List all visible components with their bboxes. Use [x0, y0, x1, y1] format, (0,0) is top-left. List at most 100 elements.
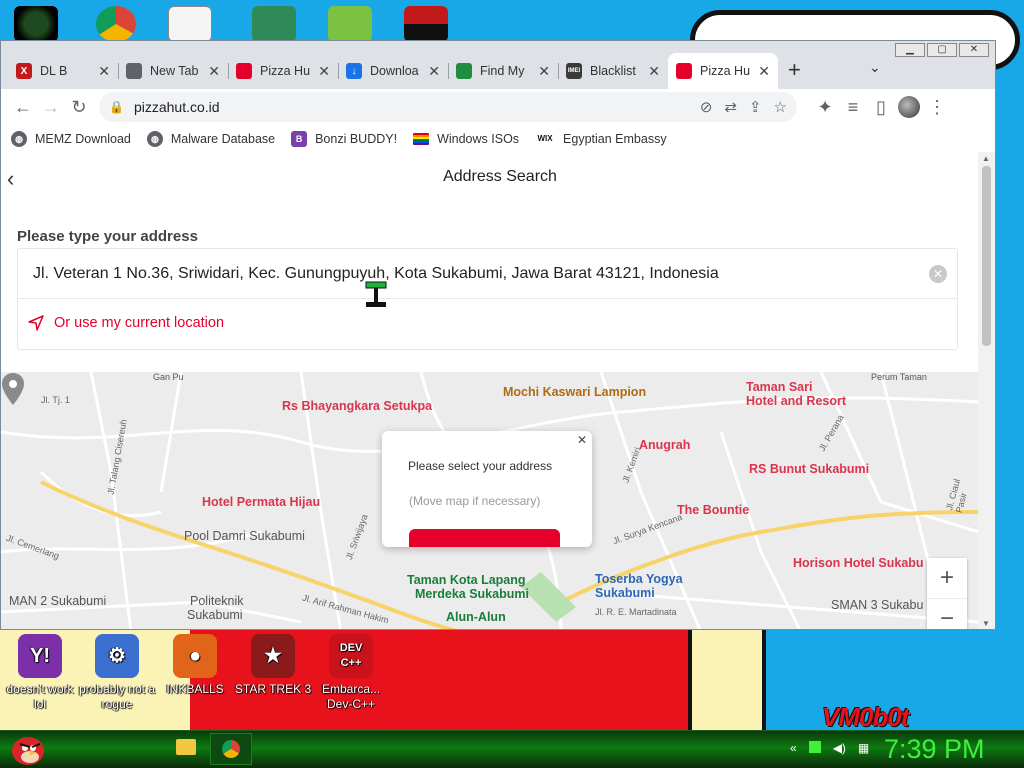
page-title: Address Search	[443, 168, 557, 185]
taskbar: « ◀) ▦ 7:39 PM	[0, 730, 1024, 768]
zoom-in-button[interactable]: +	[927, 558, 967, 598]
browser-tab[interactable]: ↓ Downloa ✕	[338, 53, 448, 89]
address-input[interactable]	[18, 249, 957, 299]
lock-icon[interactable]: 🔒	[109, 100, 124, 114]
scrollbar-thumb[interactable]	[982, 166, 991, 346]
taskbar-clock[interactable]: 7:39 PM	[884, 734, 985, 765]
bad-piggies-desktop-icon[interactable]	[328, 6, 372, 42]
desktop-icon[interactable]: ● INKBALLS	[155, 634, 235, 697]
poi-politeknik-sukabumi[interactable]: Sukabumi	[187, 608, 243, 622]
forward-arrow-icon[interactable]: →	[37, 93, 65, 121]
browser-tab[interactable]: Find My ✕	[448, 53, 558, 89]
poi-sman-3[interactable]: SMAN 3 Sukabu	[831, 598, 923, 612]
solitaire-desktop-icon[interactable]	[168, 6, 212, 42]
poi-pool-damri[interactable]: Pool Damri Sukabumi	[184, 529, 305, 543]
chrome-icon	[222, 740, 240, 758]
minimize-button[interactable]: ▁	[895, 43, 925, 57]
current-location-link[interactable]: Or use my current location	[28, 315, 224, 331]
maximize-button[interactable]: ▢	[927, 43, 957, 57]
poi-man-2[interactable]: MAN 2 Sukabumi	[9, 594, 106, 608]
scroll-down-icon[interactable]: ▼	[982, 619, 990, 628]
page-scrollbar[interactable]: ▲ ▼	[978, 152, 995, 629]
tab-title: Find My	[480, 64, 525, 78]
poi-taman-kota[interactable]: Taman Kota Lapang	[407, 573, 526, 587]
share-icon[interactable]: ⇪	[749, 98, 762, 116]
chrome-desktop-icon[interactable]	[96, 6, 136, 42]
chrome-taskbar-button[interactable]	[210, 733, 252, 765]
poi-toserba-sukabumi[interactable]: Sukabumi	[595, 586, 655, 600]
system-tray: « ◀) ▦	[790, 741, 869, 755]
tab-favicon-icon: ↓	[346, 63, 362, 79]
poi-mochi-kaswari[interactable]: Mochi Kaswari Lampion	[503, 385, 646, 399]
desktop-icon[interactable]: ★ STAR TREK 3	[233, 634, 313, 697]
poi-hotel-permata-hijau[interactable]: Hotel Permata Hijau	[202, 495, 320, 509]
poi-merdeka[interactable]: Merdeka Sukabumi	[415, 587, 529, 601]
browser-tab[interactable]: X DL B ✕	[8, 53, 118, 89]
poi-alun-alun[interactable]: Alun-Alun	[446, 610, 506, 624]
tab-search-chevron-icon[interactable]: ⌄	[869, 59, 881, 76]
scroll-up-icon[interactable]: ▲	[982, 154, 990, 163]
tab-close-icon[interactable]: ✕	[208, 63, 220, 80]
tab-close-icon[interactable]: ✕	[428, 63, 440, 80]
tab-title: DL B	[40, 64, 68, 78]
close-window-button[interactable]: ✕	[959, 43, 989, 57]
globe-icon: ◍	[11, 130, 27, 147]
poi-rs-bunut[interactable]: RS Bunut Sukabumi	[749, 462, 869, 476]
popup-close-icon[interactable]: ✕	[577, 433, 587, 447]
back-arrow-icon[interactable]: ←	[9, 93, 37, 121]
poi-taman-sari-hotel[interactable]: Hotel and Resort	[746, 394, 846, 408]
flag-desktop-icon[interactable]	[404, 6, 448, 42]
desktop-icon-top-1[interactable]	[14, 6, 58, 42]
tab-favicon-icon	[126, 63, 142, 79]
media-playlist-icon[interactable]: ≡	[839, 93, 867, 121]
poi-politeknik[interactable]: Politeknik	[190, 594, 244, 608]
file-explorer-taskbar-icon[interactable]	[176, 739, 196, 755]
side-panel-icon[interactable]: ▯	[867, 93, 895, 121]
poi-toserba-yogya[interactable]: Toserba Yogya	[595, 572, 683, 586]
confirm-address-button[interactable]	[409, 529, 560, 547]
bookmark-memz[interactable]: ◍ MEMZ Download	[11, 130, 131, 147]
bookmark-bonzi-buddy[interactable]: B Bonzi BUDDY!	[291, 130, 397, 147]
volume-icon[interactable]: ◀)	[833, 741, 846, 755]
tray-battery-icon[interactable]	[808, 741, 821, 753]
address-field-label: Please type your address	[17, 228, 198, 245]
desktop-icon[interactable]: Y! doesn't work lol	[0, 634, 80, 712]
poi-anugrah[interactable]: Anugrah	[639, 438, 690, 452]
blocked-popup-icon[interactable]: ⊘	[700, 98, 713, 116]
poi-horison-hotel[interactable]: Horison Hotel Sukabu	[793, 556, 924, 570]
desktop-app-icon: DEV C++	[329, 634, 373, 678]
shield-desktop-icon[interactable]	[252, 6, 296, 42]
tab-close-icon[interactable]: ✕	[318, 63, 330, 80]
menu-kebab-icon[interactable]: ⋮	[923, 93, 951, 121]
browser-tab[interactable]: Pizza Hu ✕	[668, 53, 778, 89]
browser-tab[interactable]: New Tab ✕	[118, 53, 228, 89]
browser-tab[interactable]: Pizza Hu ✕	[228, 53, 338, 89]
poi-the-bountie[interactable]: The Bountie	[677, 503, 749, 517]
desktop-icon[interactable]: DEV C++ Embarca... Dev-C++	[311, 634, 391, 712]
clear-input-icon[interactable]: ✕	[929, 265, 947, 283]
extensions-puzzle-icon[interactable]: ✦	[811, 93, 839, 121]
bookmark-egyptian-embassy[interactable]: WIX Egyptian Embassy	[535, 130, 667, 147]
desktop-icon[interactable]: ⚙ probably not a rogue	[77, 634, 157, 712]
network-icon[interactable]: ▦	[858, 741, 869, 755]
zoom-out-button[interactable]: −	[927, 598, 967, 629]
profile-avatar[interactable]	[895, 93, 923, 121]
tab-close-icon[interactable]: ✕	[648, 63, 660, 80]
tab-close-icon[interactable]: ✕	[538, 63, 550, 80]
poi-rs-bhayangkara[interactable]: Rs Bhayangkara Setukpa	[282, 399, 432, 413]
desktop-app-icon: ★	[251, 634, 295, 678]
map-view[interactable]: Mochi Kaswari Lampion Taman Sari Hotel a…	[1, 372, 979, 629]
tab-close-icon[interactable]: ✕	[758, 63, 770, 80]
tray-chevron-icon[interactable]: «	[790, 741, 797, 755]
reload-icon[interactable]: ↻	[65, 93, 93, 121]
address-bar[interactable]: 🔒 pizzahut.co.id ⊘ ⇄ ⇪ ☆	[99, 92, 797, 122]
translate-icon[interactable]: ⇄	[724, 98, 737, 116]
poi-taman-sari[interactable]: Taman Sari	[746, 380, 812, 394]
bookmark-windows-isos[interactable]: Windows ISOs	[413, 132, 519, 146]
start-angry-bird-icon[interactable]	[6, 732, 50, 766]
tab-close-icon[interactable]: ✕	[98, 63, 110, 80]
bookmark-star-icon[interactable]: ☆	[774, 98, 787, 116]
bookmark-malware-database[interactable]: ◍ Malware Database	[146, 130, 275, 147]
browser-tab[interactable]: IMEI Blacklist ✕	[558, 53, 668, 89]
new-tab-button[interactable]: +	[788, 57, 801, 83]
